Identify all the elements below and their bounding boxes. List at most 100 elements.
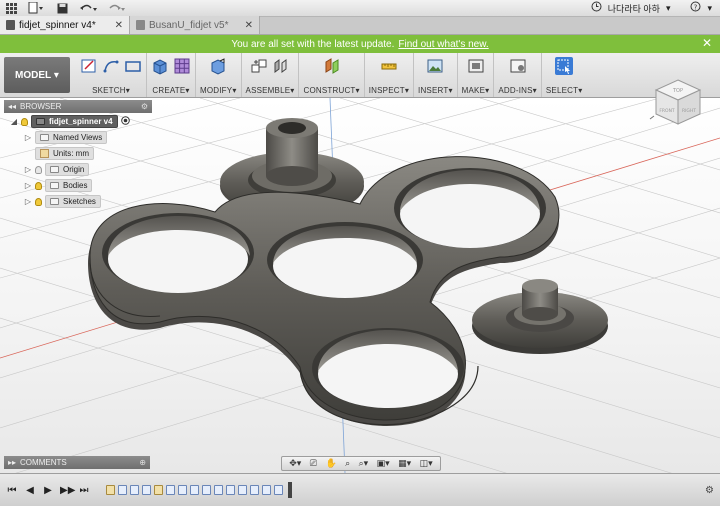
close-icon[interactable]: ✕ xyxy=(702,36,712,50)
go-to-start-icon[interactable]: ⏮ xyxy=(6,485,18,496)
whats-new-link[interactable]: Find out what's new. xyxy=(398,39,488,50)
timeline-extrude-feature[interactable] xyxy=(166,485,175,495)
save-icon[interactable] xyxy=(50,0,74,17)
toolbar-group-modify[interactable]: MODIFY▾ xyxy=(196,53,242,97)
gear-icon[interactable]: ⊕ xyxy=(139,458,146,467)
user-account-menu[interactable]: 나다라타 아하 xyxy=(608,2,660,15)
play-icon[interactable]: ▶ xyxy=(42,485,54,496)
app-grid-icon[interactable] xyxy=(0,0,22,17)
timeline-fillet-feature[interactable] xyxy=(190,485,199,495)
visibility-bulb-icon[interactable] xyxy=(21,117,28,126)
tree-root[interactable]: ◢ fidjet_spinner v4 xyxy=(4,114,152,129)
timeline-sketch-feature[interactable] xyxy=(154,485,163,495)
timeline-fillet-feature[interactable] xyxy=(250,485,259,495)
box-grid-icon[interactable] xyxy=(173,57,191,75)
tree-item-bodies[interactable]: ▷ Bodies xyxy=(4,178,152,193)
toolbar-group-sketch[interactable]: SKETCH▾ xyxy=(76,53,147,97)
help-icon[interactable]: ? xyxy=(690,1,701,15)
tree-item-named-views[interactable]: ▷ Named Views xyxy=(4,130,152,145)
toolbar-group-insert[interactable]: INSERT▾ xyxy=(414,53,458,97)
toolbar-group-inspect[interactable]: INSPECT▾ xyxy=(365,53,415,97)
toolbar-group-construct[interactable]: CONSTRUCT▾ xyxy=(299,53,365,97)
close-icon[interactable]: ✕ xyxy=(115,20,123,31)
activate-radio-icon[interactable] xyxy=(120,116,130,127)
new-component-icon[interactable] xyxy=(250,57,268,75)
timeline-extrude-feature[interactable] xyxy=(226,485,235,495)
bearing-cap-right[interactable] xyxy=(472,279,608,354)
offset-plane-icon[interactable] xyxy=(323,57,341,75)
toolbar-group-add-ins[interactable]: ADD-INS▾ xyxy=(494,53,542,97)
rectangle-icon[interactable] xyxy=(124,57,142,75)
expand-right-icon[interactable]: ▷ xyxy=(24,165,32,174)
toolbar-group-create[interactable]: CREATE▾ xyxy=(147,53,196,97)
timeline-extrude-feature[interactable] xyxy=(214,485,223,495)
gear-icon[interactable]: ⚙ xyxy=(705,485,714,496)
visibility-bulb-icon[interactable] xyxy=(35,197,42,206)
visibility-bulb-icon[interactable] xyxy=(35,181,42,190)
redo-icon[interactable] xyxy=(102,0,130,17)
chevron-down-icon[interactable]: ▾ xyxy=(666,3,671,14)
line-icon[interactable] xyxy=(102,57,120,75)
browser-header[interactable]: ◂◂ BROWSER ⚙ xyxy=(4,100,152,113)
look-at-icon[interactable]: ⎚ xyxy=(310,458,317,469)
expand-right-icon[interactable]: ▷ xyxy=(24,133,32,142)
comments-panel[interactable]: ▸▸ COMMENTS ⊕ xyxy=(4,456,150,469)
timeline-fillet-feature[interactable] xyxy=(178,485,187,495)
create-sketch-icon[interactable] xyxy=(80,57,98,75)
pan-icon[interactable]: ✋ xyxy=(325,458,336,469)
timeline-fillet-feature[interactable] xyxy=(274,485,283,495)
3d-print-icon[interactable] xyxy=(467,57,485,75)
step-back-icon[interactable]: ◀ xyxy=(24,485,36,496)
fit-icon[interactable]: ⌕▾ xyxy=(359,458,369,469)
display-settings-icon[interactable]: ▣▾ xyxy=(377,458,390,469)
zoom-icon[interactable]: ⌕ xyxy=(345,458,350,469)
spinner-body[interactable] xyxy=(88,156,560,426)
visibility-bulb-icon[interactable] xyxy=(35,165,42,174)
help-chevron-icon[interactable]: ▾ xyxy=(707,3,712,14)
go-to-end-icon[interactable]: ⏭ xyxy=(78,485,90,496)
svg-text:?: ? xyxy=(694,3,698,11)
press-pull-icon[interactable] xyxy=(209,57,227,75)
toolbar-group-make[interactable]: MAKE▾ xyxy=(458,53,495,97)
expand-icon[interactable]: ▸▸ xyxy=(8,458,16,467)
step-forward-icon[interactable]: ▶▶ xyxy=(60,485,75,496)
undo-icon[interactable] xyxy=(74,0,102,17)
timeline-extrude-feature[interactable] xyxy=(142,485,151,495)
group-label-add-ins: ADD-INS xyxy=(498,86,533,95)
timeline-fillet-feature[interactable] xyxy=(238,485,247,495)
timeline-extrude-feature[interactable] xyxy=(118,485,127,495)
timeline-extrude-feature[interactable] xyxy=(202,485,211,495)
timeline-extrude-feature[interactable] xyxy=(130,485,139,495)
tab-busanu-fidjet[interactable]: BusanU_fidjet v5* ✕ xyxy=(130,16,260,34)
joint-icon[interactable] xyxy=(272,57,290,75)
select-icon[interactable] xyxy=(555,57,574,75)
tree-item-sketches[interactable]: ▷ Sketches xyxy=(4,194,152,209)
group-label-modify: MODIFY xyxy=(200,86,233,95)
tree-item-origin[interactable]: ▷ Origin xyxy=(4,162,152,177)
toolbar-group-select[interactable]: SELECT▾ xyxy=(542,53,587,97)
timeline-sketch-feature[interactable] xyxy=(106,485,115,495)
expand-right-icon[interactable]: ▷ xyxy=(24,197,32,206)
timeline-marker[interactable] xyxy=(288,482,292,498)
workspace-switcher[interactable]: MODEL ▾ xyxy=(4,57,70,93)
viewports-icon[interactable]: ◫▾ xyxy=(420,458,433,469)
extrude-icon[interactable] xyxy=(151,57,169,75)
measure-icon[interactable] xyxy=(380,57,398,75)
tree-item-units[interactable]: Units: mm xyxy=(4,146,152,161)
job-status-icon[interactable] xyxy=(591,1,602,15)
expand-down-icon[interactable]: ◢ xyxy=(10,117,18,126)
close-icon[interactable]: ✕ xyxy=(245,20,253,31)
timeline-fillet-feature[interactable] xyxy=(262,485,271,495)
grid-settings-icon[interactable]: ▦▾ xyxy=(398,458,411,469)
insert-image-icon[interactable] xyxy=(426,57,444,75)
orbit-icon[interactable]: ✥▾ xyxy=(289,458,301,469)
file-menu-icon[interactable] xyxy=(22,0,50,17)
view-cube[interactable]: TOP FRONT RIGHT xyxy=(648,72,708,132)
expand-right-icon[interactable]: ▷ xyxy=(24,181,32,190)
toolbar-group-assemble[interactable]: ASSEMBLE▾ xyxy=(242,53,300,97)
tab-fidjet-spinner[interactable]: fidjet_spinner v4* ✕ xyxy=(0,16,130,34)
collapse-icon[interactable]: ◂◂ xyxy=(8,102,16,111)
timeline-track[interactable] xyxy=(106,482,292,498)
gear-icon[interactable]: ⚙ xyxy=(141,102,148,111)
scripts-icon[interactable] xyxy=(509,57,527,75)
